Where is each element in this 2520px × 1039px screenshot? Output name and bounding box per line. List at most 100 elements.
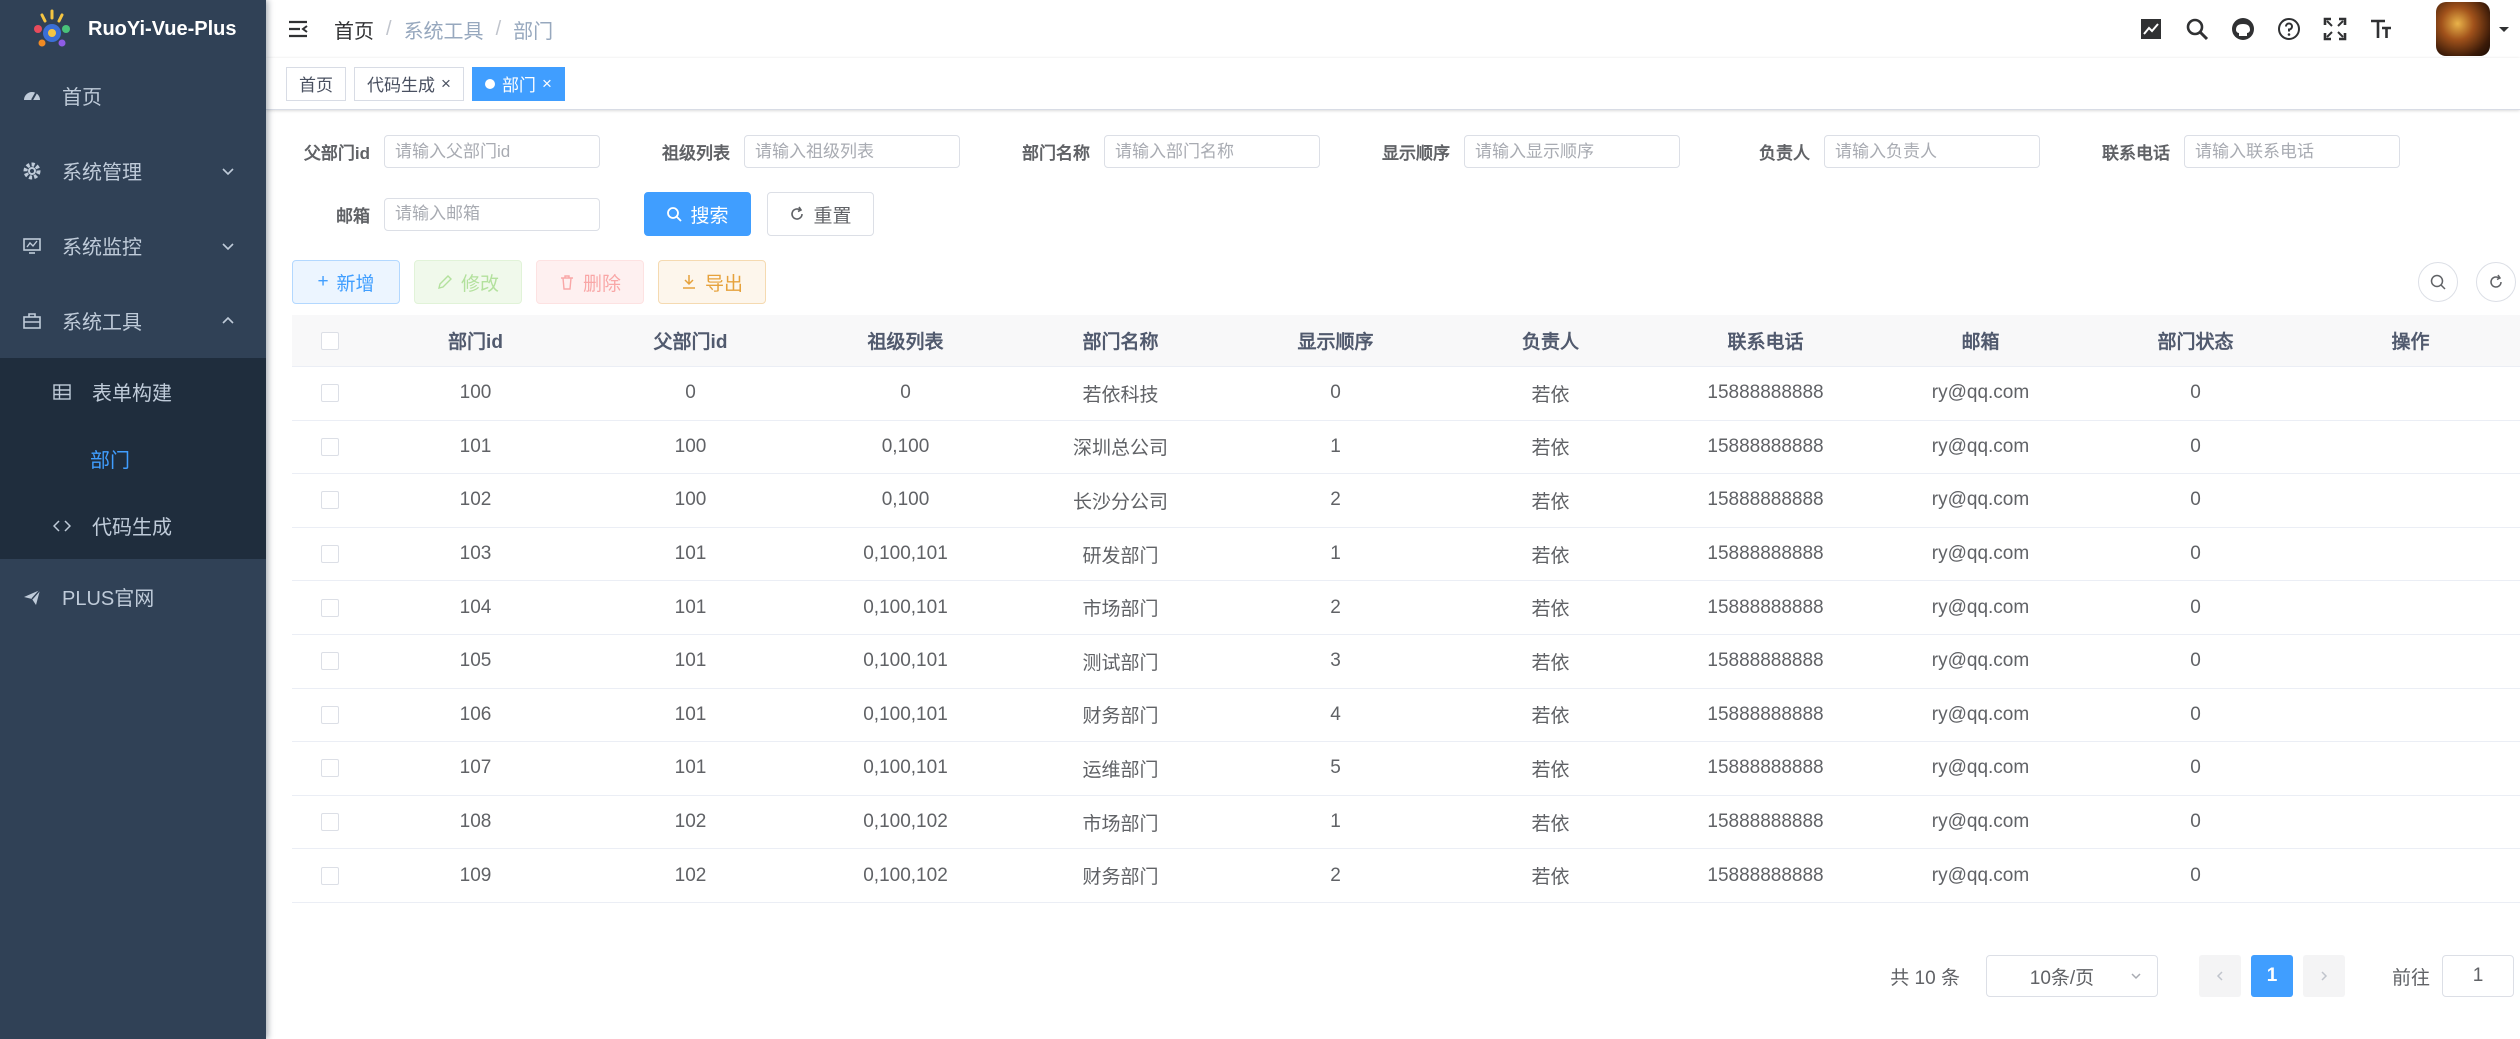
caret-down-icon[interactable]: [2498, 23, 2510, 35]
table-row[interactable]: 107 101 0,100,101 运维部门 5 若依 15888888888 ry@qq.c…: [292, 742, 2520, 796]
chevron-down-icon: [222, 242, 234, 250]
sidebar-item-monitor[interactable]: 系统监控: [0, 208, 266, 283]
table-cell: ry@qq.com: [1931, 543, 2030, 565]
sidebar-item-plus-site[interactable]: PLUS官网: [0, 559, 266, 634]
sidebar-item-tools[interactable]: 系统工具: [0, 283, 266, 358]
row-checkbox[interactable]: [321, 598, 339, 617]
close-icon[interactable]: ×: [542, 74, 552, 94]
export-button[interactable]: 导出: [658, 260, 766, 304]
page-number-button[interactable]: 1: [2250, 955, 2293, 997]
table-cell: ry@qq.com: [1931, 596, 2030, 618]
leader-input[interactable]: [1824, 135, 2040, 168]
table-row[interactable]: 109 102 0,100,102 财务部门 2 若依 15888888888 ry@qq.c…: [292, 849, 2520, 903]
row-checkbox[interactable]: [321, 437, 339, 456]
submenu-item-dept[interactable]: 部门: [0, 425, 266, 492]
submenu-item-codegen[interactable]: 代码生成: [0, 492, 266, 559]
table-row[interactable]: 108 102 0,100,102 市场部门 1 若依 15888888888 ry@qq.c…: [292, 796, 2520, 850]
table-row[interactable]: 100 0 0 若依科技 0 若依 15888888888 ry@qq.com 0: [292, 367, 2520, 421]
table-cell: 0,100: [881, 489, 930, 511]
table-cell: ry@qq.com: [1931, 382, 2030, 404]
sidebar-item-home[interactable]: 首页: [0, 58, 266, 133]
tag-dept[interactable]: 部门 ×: [471, 66, 565, 101]
email-input[interactable]: [384, 197, 600, 231]
logo[interactable]: RuoYi-Vue-Plus: [0, 0, 266, 58]
table-cell: 107: [459, 757, 492, 779]
pagination: 共 10 条 10条/页 1 前往: [1890, 955, 2514, 997]
tag-codegen[interactable]: 代码生成 ×: [354, 66, 464, 101]
table-row[interactable]: 102 100 0,100 长沙分公司 2 若依 15888888888 ry@qq.com 0: [292, 474, 2520, 528]
edit-button-label: 修改: [460, 273, 499, 295]
row-checkbox[interactable]: [321, 759, 339, 778]
edit-button[interactable]: 修改: [414, 260, 522, 304]
parent-id-input[interactable]: [384, 135, 600, 168]
tag-label: 部门: [501, 76, 536, 95]
form-item-parent-id: 父部门id: [292, 135, 600, 168]
ancestors-input[interactable]: [744, 135, 960, 168]
prev-page-button[interactable]: [2198, 955, 2241, 997]
chart-icon[interactable]: [2138, 16, 2164, 42]
question-icon[interactable]: [2276, 16, 2302, 42]
delete-button[interactable]: 删除: [536, 260, 644, 304]
goto-label: 前往: [2391, 967, 2430, 989]
table-cell: 若依: [1531, 759, 1570, 781]
search-form-row-2: 邮箱 搜索 重置: [292, 192, 874, 236]
sidebar-item-label: PLUS官网: [62, 588, 155, 610]
page-size-select[interactable]: 10条/页: [1985, 955, 2158, 997]
app-title: RuoYi-Vue-Plus: [88, 17, 237, 40]
form-item-ancestors: 祖级列表: [600, 135, 960, 168]
send-icon: [20, 585, 44, 609]
search-icon: [667, 207, 683, 222]
row-checkbox[interactable]: [321, 705, 339, 724]
logo-icon: [34, 9, 70, 47]
table-row[interactable]: 101 100 0,100 深圳总公司 1 若依 15888888888 ry@qq.com 0: [292, 421, 2520, 475]
table-cell: 2: [1330, 596, 1341, 618]
add-button[interactable]: + 新增: [292, 260, 400, 304]
select-all-checkbox[interactable]: [321, 331, 339, 350]
dept-name-input[interactable]: [1104, 135, 1320, 168]
table-cell: 103: [459, 543, 492, 565]
hamburger-icon[interactable]: [286, 17, 310, 41]
toolbox-icon: [20, 309, 44, 333]
submenu-item-label: 部门: [90, 450, 130, 472]
sidebar-item-label: 系统监控: [62, 237, 142, 259]
row-checkbox[interactable]: [321, 866, 339, 885]
table-cell: 0,100,101: [863, 543, 948, 565]
next-page-button[interactable]: [2302, 955, 2345, 997]
font-size-icon[interactable]: [2368, 16, 2394, 42]
form-label: 父部门id: [303, 144, 370, 163]
navbar-actions: [2138, 0, 2520, 58]
table-cell: 1: [1330, 435, 1341, 457]
table-row[interactable]: 105 101 0,100,101 测试部门 3 若依 15888888888 ry@qq.c…: [292, 635, 2520, 689]
goto-page-input[interactable]: [2442, 955, 2514, 997]
avatar[interactable]: [2436, 2, 2490, 56]
phone-input[interactable]: [2184, 135, 2400, 168]
table-cell: 若依: [1531, 438, 1570, 460]
row-checkbox[interactable]: [321, 384, 339, 403]
table-cell: 101: [674, 543, 707, 565]
row-checkbox[interactable]: [321, 545, 339, 564]
refresh-button[interactable]: [2476, 262, 2516, 302]
submenu-item-form-build[interactable]: 表单构建: [0, 358, 266, 425]
refresh-icon: [2490, 274, 2502, 288]
row-checkbox[interactable]: [321, 652, 339, 671]
fullscreen-icon[interactable]: [2322, 16, 2348, 42]
search-button[interactable]: 搜索: [644, 192, 751, 236]
form-label: 部门名称: [1022, 144, 1090, 163]
order-input[interactable]: [1464, 135, 1680, 168]
table-row[interactable]: 106 101 0,100,101 财务部门 4 若依 15888888888 ry@qq.c…: [292, 689, 2520, 743]
row-checkbox[interactable]: [321, 491, 339, 510]
breadcrumb-home[interactable]: 首页: [334, 15, 374, 44]
table-cell: 109: [459, 864, 492, 886]
table-row[interactable]: 103 101 0,100,101 研发部门 1 若依 15888888888 ry@qq.c…: [292, 528, 2520, 582]
form-item-leader: 负责人: [1680, 135, 2040, 168]
row-checkbox[interactable]: [321, 813, 339, 832]
close-icon[interactable]: ×: [441, 74, 451, 94]
table-row[interactable]: 104 101 0,100,101 市场部门 2 若依 15888888888 ry@qq.c…: [292, 581, 2520, 635]
tag-home[interactable]: 首页: [286, 66, 346, 101]
sidebar-item-system[interactable]: 系统管理: [0, 133, 266, 208]
github-icon[interactable]: [2230, 16, 2256, 42]
reset-button[interactable]: 重置: [767, 192, 874, 236]
table-cell: 研发部门: [1082, 545, 1159, 567]
search-icon[interactable]: [2184, 16, 2210, 42]
toggle-search-button[interactable]: [2418, 262, 2458, 302]
